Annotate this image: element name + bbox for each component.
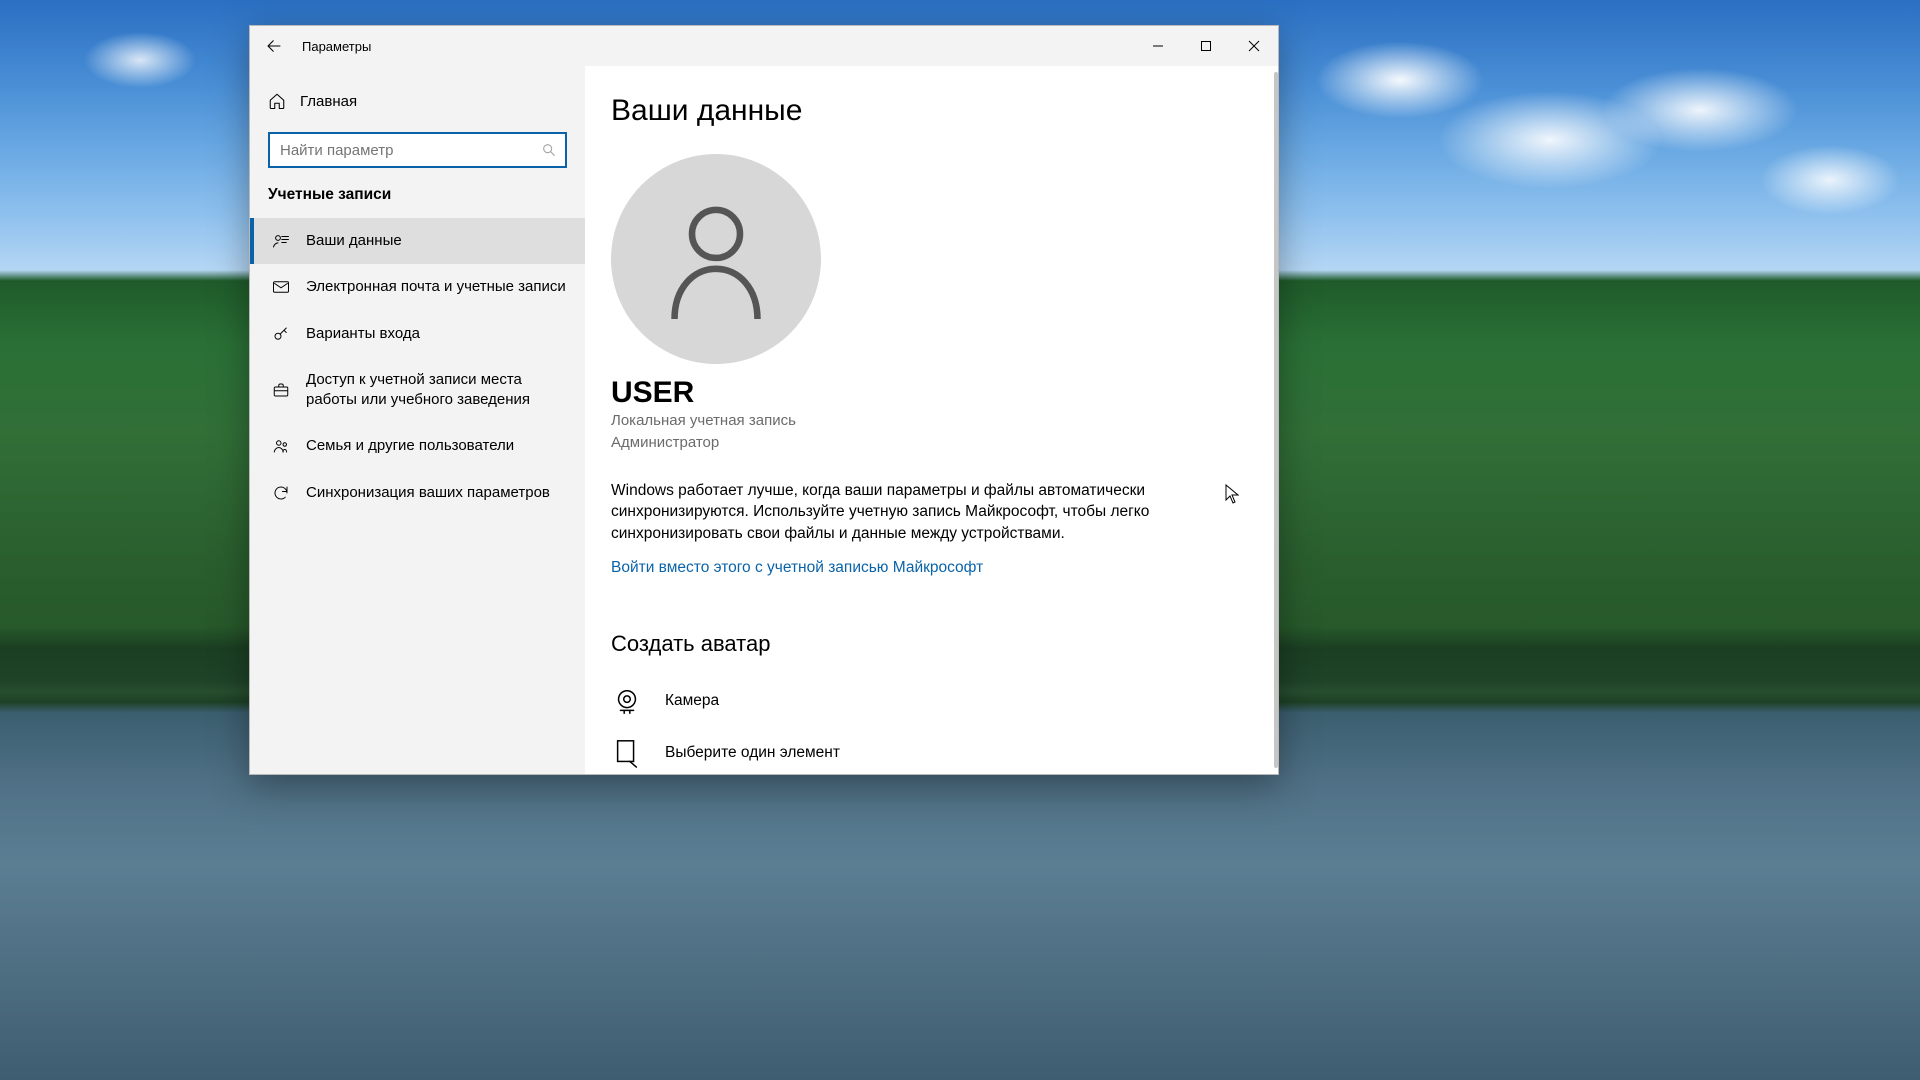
back-button[interactable]	[250, 26, 298, 66]
person-icon	[661, 199, 771, 319]
settings-window: Параметры Главная	[249, 25, 1279, 775]
desktop-background: Параметры Главная	[0, 0, 1920, 1080]
sidebar-category: Учетные записи	[250, 186, 585, 218]
maximize-button[interactable]	[1182, 26, 1230, 66]
titlebar: Параметры	[250, 26, 1278, 66]
minimize-button[interactable]	[1134, 26, 1182, 66]
search-input[interactable]	[280, 142, 541, 159]
person-card-icon	[272, 232, 290, 250]
account-role: Администратор	[611, 432, 1250, 454]
option-label: Выберите один элемент	[665, 744, 840, 762]
sidebar-item-label: Доступ к учетной записи места работы или…	[306, 370, 567, 411]
create-avatar-heading: Создать аватар	[611, 631, 1250, 657]
avatar-option-camera[interactable]: Камера	[611, 675, 1250, 727]
avatar-option-browse[interactable]: Выберите один элемент	[611, 727, 1250, 774]
username: USER	[611, 376, 1250, 410]
camera-icon	[611, 685, 643, 717]
mail-icon	[272, 278, 290, 296]
sidebar-item-signin-options[interactable]: Варианты входа	[250, 311, 585, 357]
sidebar-item-family[interactable]: Семья и другие пользователи	[250, 423, 585, 469]
avatar	[611, 154, 821, 364]
browse-file-icon	[611, 737, 643, 769]
arrow-left-icon	[265, 37, 283, 55]
minimize-icon	[1152, 40, 1164, 52]
sidebar-item-label: Семья и другие пользователи	[306, 436, 514, 456]
content-pane: Ваши данные USER Локальная учетная запис…	[585, 66, 1278, 774]
window-controls	[1134, 26, 1278, 66]
page-title: Ваши данные	[611, 94, 1250, 128]
briefcase-icon	[272, 381, 290, 399]
search-icon	[541, 142, 557, 158]
window-title: Параметры	[298, 39, 371, 54]
key-icon	[272, 325, 290, 343]
sidebar-item-label: Электронная почта и учетные записи	[306, 277, 566, 297]
sidebar: Главная Учетные записи Ваши данные	[250, 66, 585, 774]
sidebar-item-label: Синхронизация ваших параметров	[306, 483, 550, 503]
sidebar-item-work-access[interactable]: Доступ к учетной записи места работы или…	[250, 357, 585, 424]
people-icon	[272, 437, 290, 455]
close-button[interactable]	[1230, 26, 1278, 66]
option-label: Камера	[665, 692, 719, 710]
sidebar-item-sync[interactable]: Синхронизация ваших параметров	[250, 470, 585, 516]
close-icon	[1248, 40, 1260, 52]
sidebar-item-label: Ваши данные	[306, 231, 402, 251]
sidebar-home[interactable]: Главная	[250, 84, 585, 118]
mouse-cursor-icon	[1225, 484, 1239, 504]
sidebar-home-label: Главная	[300, 93, 357, 110]
scrollbar[interactable]	[1274, 72, 1278, 768]
sync-icon	[272, 484, 290, 502]
account-type: Локальная учетная запись	[611, 410, 1250, 432]
sidebar-item-your-info[interactable]: Ваши данные	[250, 218, 585, 264]
maximize-icon	[1200, 40, 1212, 52]
sync-description: Windows работает лучше, когда ваши парам…	[611, 480, 1171, 545]
signin-microsoft-link[interactable]: Войти вместо этого с учетной записью Май…	[611, 559, 983, 577]
home-icon	[268, 92, 286, 110]
sidebar-item-email-accounts[interactable]: Электронная почта и учетные записи	[250, 264, 585, 310]
sidebar-nav: Ваши данные Электронная почта и учетные …	[250, 218, 585, 516]
search-box[interactable]	[268, 132, 567, 168]
sidebar-item-label: Варианты входа	[306, 324, 420, 344]
